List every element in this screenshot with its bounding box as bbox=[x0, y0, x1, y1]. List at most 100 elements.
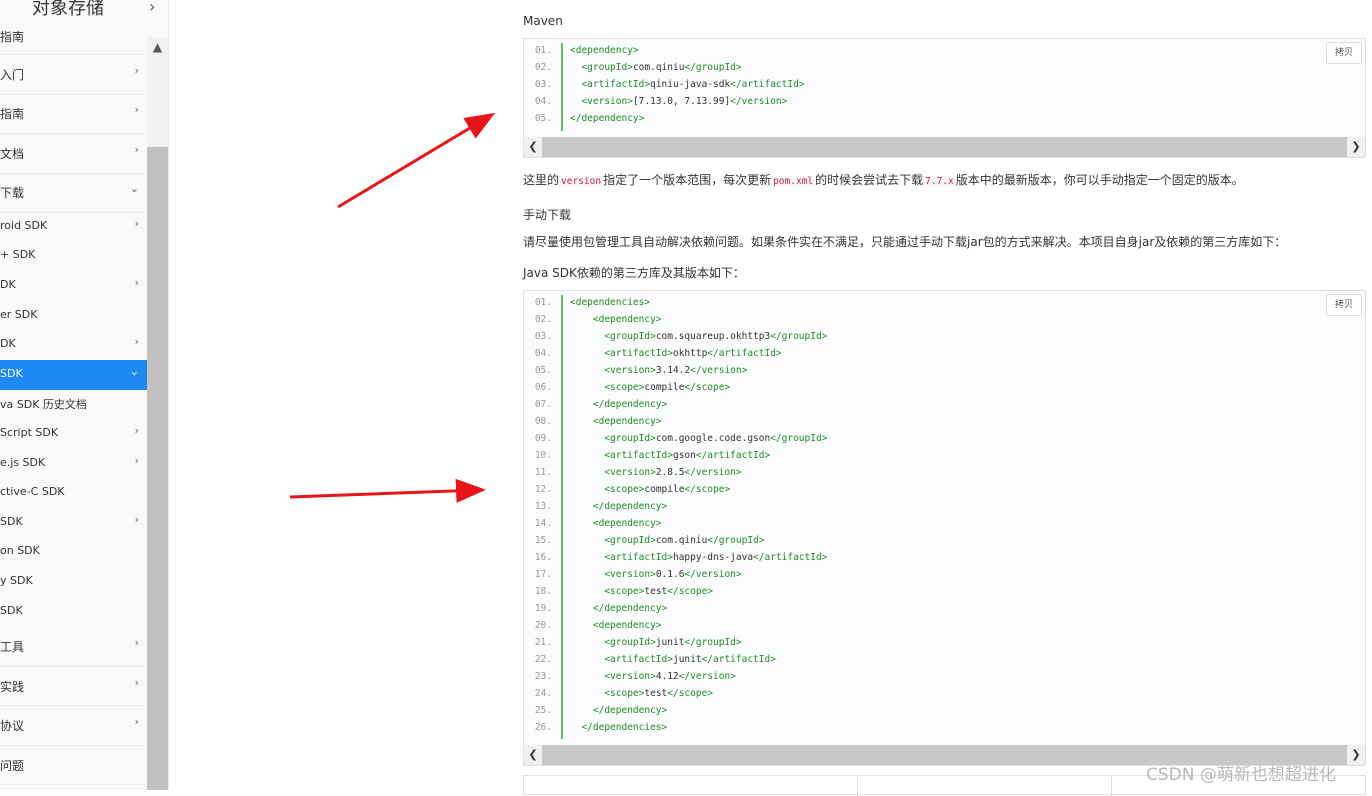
horizontal-scrollbar[interactable]: ❮ ❯ bbox=[524, 137, 1365, 157]
chevron-right-icon[interactable]: › bbox=[135, 676, 139, 689]
sidebar-item[interactable]: 实践 › bbox=[0, 666, 147, 707]
inline-code-version: version bbox=[559, 176, 604, 187]
chevron-right-icon[interactable]: › bbox=[135, 715, 139, 728]
sidebar-header[interactable]: 对象存储 › bbox=[0, 0, 168, 19]
line-number: 26. bbox=[534, 722, 552, 733]
sidebar-item-label: 下载 bbox=[0, 186, 25, 201]
sidebar-scrollbar[interactable]: ▲ bbox=[147, 37, 168, 790]
chevron-down-icon[interactable]: ⌄ bbox=[130, 182, 139, 195]
code-gutter-bar bbox=[561, 295, 563, 739]
xml-tag: <dependency> bbox=[592, 416, 662, 427]
sidebar-item[interactable]: SDK › bbox=[0, 508, 147, 538]
inline-code-7-7-x: 7.7.x bbox=[923, 176, 956, 187]
copy-button[interactable]: 拷贝 bbox=[1326, 42, 1362, 64]
line-number: 24. bbox=[534, 688, 552, 699]
code-text: <artifactId>okhttp</artifactId> bbox=[570, 348, 781, 359]
sidebar-item[interactable]: 指南 › bbox=[0, 94, 147, 134]
sidebar-item-label: 指南 bbox=[0, 30, 25, 44]
sidebar-item[interactable]: SDK ⌄ bbox=[0, 360, 147, 390]
line-number: 05. bbox=[534, 113, 552, 124]
xml-tag: <groupId> bbox=[604, 331, 656, 342]
chevron-down-icon[interactable]: ⌄ bbox=[130, 365, 139, 378]
scroll-right-arrow-icon[interactable]: ❯ bbox=[1347, 745, 1365, 765]
scrollbar-thumb[interactable] bbox=[147, 147, 168, 790]
copy-button[interactable]: 拷贝 bbox=[1326, 294, 1362, 316]
code-text: <artifactId>qiniu-java-sdk</artifactId> bbox=[570, 79, 805, 90]
xml-tag: </dependency> bbox=[592, 705, 668, 716]
xml-tag: <scope> bbox=[604, 484, 645, 495]
xml-tag: </artifactId> bbox=[730, 79, 805, 90]
sidebar-item[interactable]: 工具 › bbox=[0, 626, 147, 667]
sidebar-item[interactable]: e.js SDK › bbox=[0, 449, 147, 479]
line-number: 03. bbox=[534, 331, 552, 342]
code-text: <version>2.8.5</version> bbox=[570, 467, 741, 478]
code-text: <scope>compile</scope> bbox=[570, 382, 730, 393]
chevron-right-icon[interactable]: › bbox=[135, 424, 139, 437]
sidebar-item-label: roid SDK bbox=[0, 218, 48, 232]
sidebar-item[interactable]: SDK bbox=[0, 597, 147, 627]
chevron-right-icon[interactable]: › bbox=[135, 454, 139, 467]
code-text: <dependency> bbox=[570, 416, 662, 427]
line-number: 03. bbox=[534, 79, 552, 90]
sidebar-item[interactable]: va SDK 历史文档 bbox=[0, 390, 147, 420]
xml-tag: <version> bbox=[604, 365, 656, 376]
sidebar-item[interactable]: ctive-C SDK bbox=[0, 478, 147, 508]
sidebar-item[interactable]: Script SDK › bbox=[0, 419, 147, 449]
xml-tag: <groupId> bbox=[604, 433, 656, 444]
sidebar-item[interactable]: 指南 bbox=[0, 18, 147, 55]
sidebar-item-label: er SDK bbox=[0, 307, 38, 321]
xml-tag: </scope> bbox=[667, 688, 714, 699]
chevron-right-icon[interactable]: › bbox=[135, 64, 139, 77]
chevron-right-icon[interactable]: › bbox=[149, 0, 155, 16]
code-text: <dependency> bbox=[570, 314, 662, 325]
sidebar-item[interactable]: roid SDK › bbox=[0, 212, 147, 242]
xml-tag: </dependency> bbox=[570, 113, 645, 124]
chevron-right-icon[interactable]: › bbox=[135, 276, 139, 289]
chevron-right-icon[interactable]: › bbox=[135, 513, 139, 526]
chevron-right-icon[interactable]: › bbox=[135, 143, 139, 156]
scroll-right-arrow-icon[interactable]: ❯ bbox=[1347, 137, 1365, 157]
scroll-left-arrow-icon[interactable]: ❮ bbox=[524, 745, 542, 765]
sidebar-item[interactable]: 入门 › bbox=[0, 54, 147, 95]
sidebar-item[interactable]: 文档 › bbox=[0, 133, 147, 174]
line-number: 01. bbox=[534, 45, 552, 56]
scroll-up-arrow-icon[interactable]: ▲ bbox=[147, 37, 168, 57]
sidebar-item[interactable]: on SDK bbox=[0, 538, 147, 568]
sidebar-item-label: + SDK bbox=[0, 248, 36, 262]
chevron-right-icon[interactable]: › bbox=[135, 335, 139, 348]
sidebar-item[interactable]: DK › bbox=[0, 330, 147, 360]
sidebar-item[interactable]: 协议 › bbox=[0, 705, 147, 746]
xml-tag: <version> bbox=[604, 671, 656, 682]
xml-tag: <dependency> bbox=[592, 518, 662, 529]
sidebar-item[interactable]: y SDK bbox=[0, 567, 147, 597]
scroll-left-arrow-icon[interactable]: ❮ bbox=[524, 137, 542, 157]
sidebar-item[interactable]: 下载 ⌄ bbox=[0, 173, 147, 213]
sidebar-item-label: SDK bbox=[0, 366, 23, 380]
code-block-maven[interactable]: 01. <dependency> 02. <groupId>com.qiniu</g… bbox=[523, 38, 1366, 158]
line-number: 02. bbox=[534, 314, 552, 325]
code-block-dependencies[interactable]: 01. <dependencies> 02. <dependency> 03. <gr… bbox=[523, 290, 1366, 766]
xml-tag: </groupId> bbox=[770, 331, 828, 342]
chevron-right-icon[interactable]: › bbox=[135, 217, 139, 230]
sidebar-item[interactable]: 问题 bbox=[0, 745, 147, 786]
sidebar-item[interactable]: DK › bbox=[0, 271, 147, 301]
line-number: 14. bbox=[534, 518, 552, 529]
chevron-right-icon[interactable]: › bbox=[135, 103, 139, 116]
code-text: <groupId>com.qiniu</groupId> bbox=[570, 62, 741, 73]
xml-tag: <version> bbox=[604, 569, 656, 580]
code-text: <artifactId>gson</artifactId> bbox=[570, 450, 770, 461]
xml-tag: </version> bbox=[730, 96, 788, 107]
line-number: 23. bbox=[534, 671, 552, 682]
chevron-right-icon[interactable]: › bbox=[135, 636, 139, 649]
sidebar-item[interactable]: er SDK bbox=[0, 301, 147, 331]
sidebar-item[interactable]: + SDK bbox=[0, 242, 147, 272]
